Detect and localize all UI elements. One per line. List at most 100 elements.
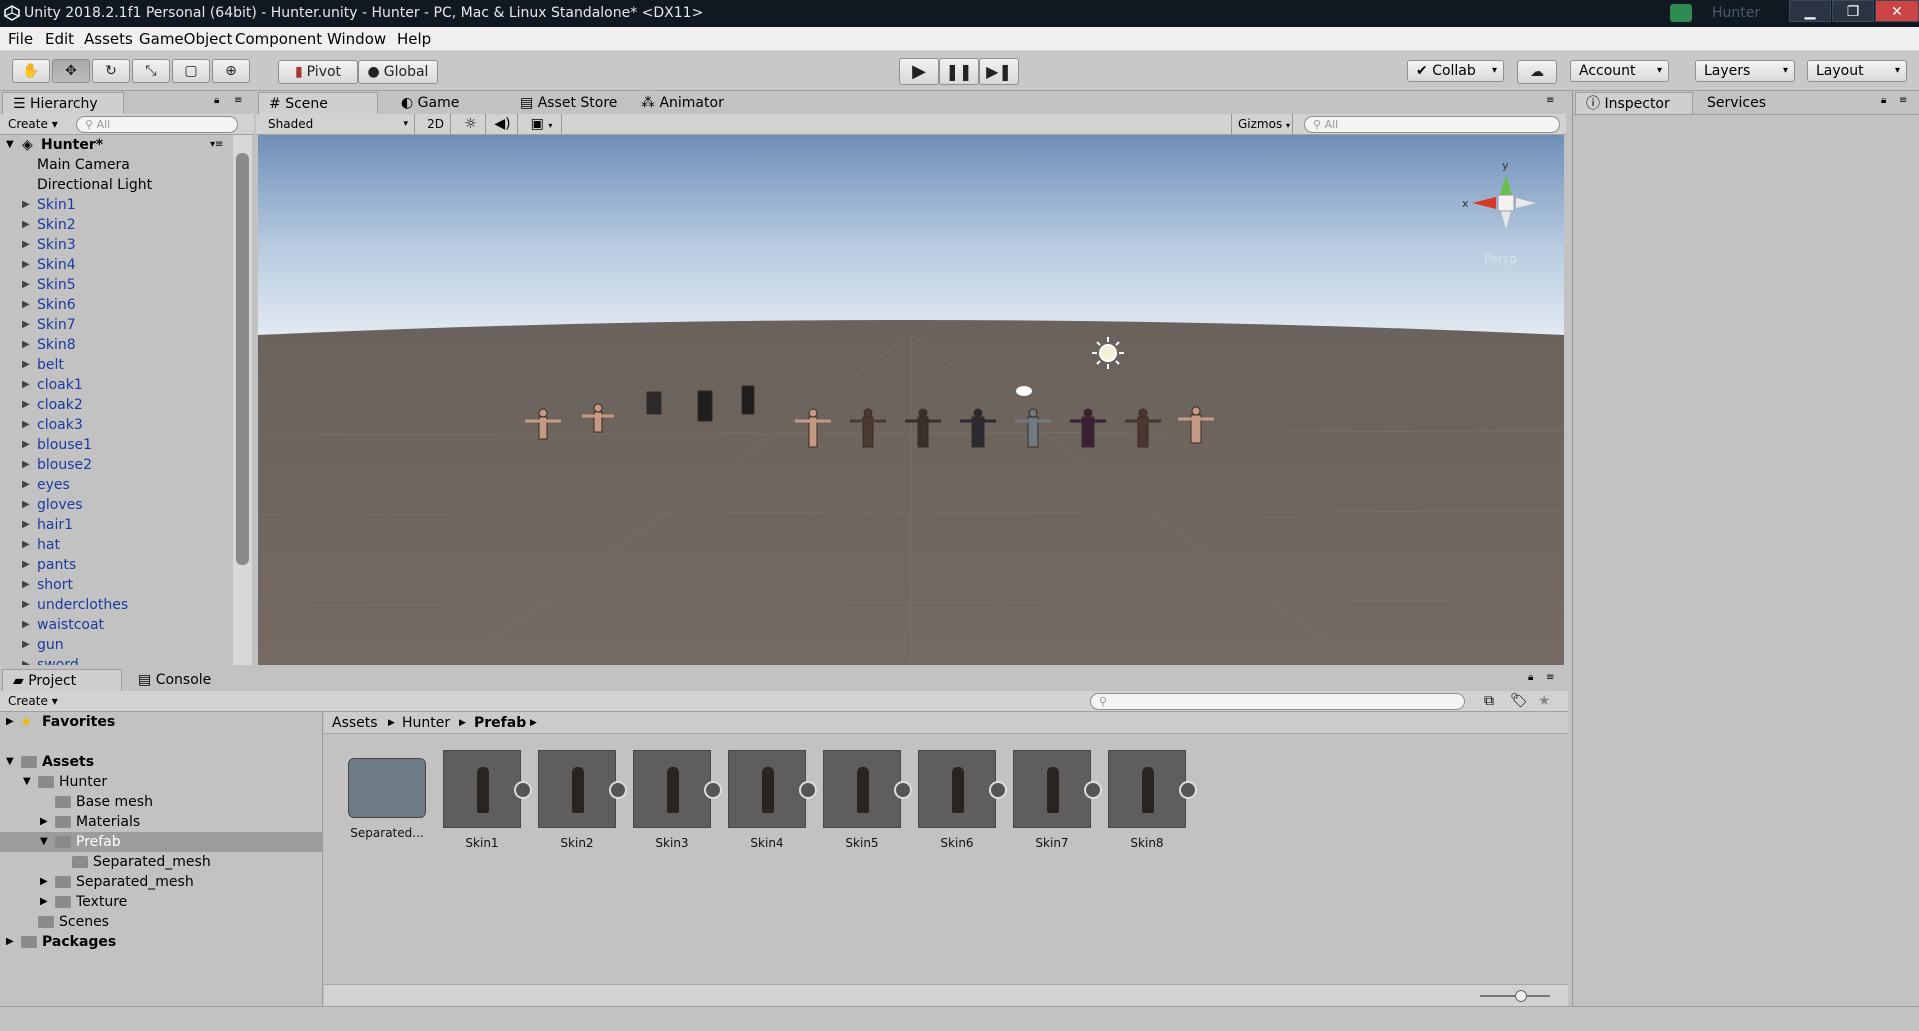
hierarchy-item[interactable]: ▶ waistcoat — [0, 615, 232, 635]
expand-arrow-icon[interactable]: ▼ — [6, 135, 14, 155]
project-tree-item[interactable]: ▶ Separated_mesh — [0, 872, 322, 892]
expand-arrow-icon[interactable]: ▶ — [22, 295, 30, 315]
menu-help[interactable]: Help — [397, 30, 431, 48]
tab-inspector[interactable]: ⓘ Inspector — [1575, 92, 1693, 114]
hierarchy-item[interactable]: ▶ sword — [0, 655, 232, 665]
close-button[interactable]: ✕ — [1875, 0, 1919, 22]
lock-icon[interactable]: 🔒︎ — [1881, 95, 1886, 106]
hierarchy-item[interactable]: ▶ gloves — [0, 495, 232, 515]
move-tool-button[interactable]: ✥ — [52, 59, 90, 83]
expand-arrow-icon[interactable]: ▶ — [22, 435, 30, 455]
expand-prefab-icon[interactable] — [514, 781, 532, 799]
perspective-label[interactable]: Persp — [1484, 252, 1517, 266]
hierarchy-item[interactable]: Directional Light — [0, 175, 232, 195]
tab-project[interactable]: ▰ Project — [2, 669, 122, 691]
global-toggle[interactable]: ● Global — [358, 60, 438, 84]
camera-gizmo-icon[interactable] — [1016, 386, 1032, 396]
project-create-button[interactable]: Create ▾ — [8, 694, 58, 708]
prefab-asset[interactable]: Skin4 — [728, 750, 817, 850]
panel-menu-icon[interactable]: ≡ — [234, 95, 242, 106]
hierarchy-item[interactable]: ▶ Skin5 — [0, 275, 232, 295]
project-tree-item[interactable]: ▶ Materials — [0, 812, 322, 832]
menu-assets[interactable]: Assets — [84, 30, 133, 48]
2d-toggle[interactable]: 2D — [421, 114, 451, 134]
transform-tool-button[interactable]: ⊕ — [212, 59, 250, 83]
expand-arrow-icon[interactable]: ▶ — [22, 355, 30, 375]
menu-component[interactable]: Component — [235, 30, 322, 48]
expand-arrow-icon[interactable]: ▶ — [22, 555, 30, 575]
hierarchy-item[interactable]: ▶ underclothes — [0, 595, 232, 615]
project-tree-item[interactable]: ▼ Assets — [0, 752, 322, 772]
hierarchy-item[interactable]: ▶ cloak2 — [0, 395, 232, 415]
expand-arrow-icon[interactable]: ▶ — [22, 375, 30, 395]
expand-prefab-icon[interactable] — [894, 781, 912, 799]
tab-services[interactable]: Services — [1697, 92, 1797, 114]
expand-arrow-icon[interactable]: ▶ — [40, 812, 48, 832]
hierarchy-item[interactable]: ▶ Skin1 — [0, 195, 232, 215]
hierarchy-item[interactable]: ▶ cloak3 — [0, 415, 232, 435]
prefab-asset[interactable]: Skin8 — [1108, 750, 1197, 850]
prefab-asset[interactable]: Skin1 — [443, 750, 532, 850]
breadcrumb-assets[interactable]: Assets — [332, 712, 378, 734]
lock-icon[interactable]: 🔒︎ — [1528, 672, 1533, 683]
expand-arrow-icon[interactable]: ▶ — [22, 575, 30, 595]
hierarchy-create-button[interactable]: Create ▾ — [8, 117, 58, 131]
panel-menu-icon[interactable]: ≡ — [1546, 672, 1554, 683]
hierarchy-item[interactable]: ▶ hair1 — [0, 515, 232, 535]
prefab-asset[interactable]: Skin7 — [1013, 750, 1102, 850]
expand-arrow-icon[interactable]: ▶ — [22, 475, 30, 495]
hierarchy-item[interactable]: ▶ Skin8 — [0, 335, 232, 355]
project-tree-item[interactable]: ▼ Prefab — [0, 832, 322, 852]
hierarchy-item[interactable]: ▶ Skin2 — [0, 215, 232, 235]
minimize-button[interactable]: ▁ — [1789, 0, 1831, 22]
hierarchy-item[interactable]: ▶ cloak1 — [0, 375, 232, 395]
pause-button[interactable]: ❚❚ — [939, 58, 979, 85]
hierarchy-item[interactable]: ▶ blouse1 — [0, 435, 232, 455]
hierarchy-item[interactable]: ▶ Skin7 — [0, 315, 232, 335]
expand-arrow-icon[interactable]: ▼ — [23, 772, 31, 792]
account-dropdown[interactable]: Account — [1570, 60, 1669, 82]
tab-game[interactable]: ◐ Game — [391, 92, 491, 114]
tab-animator[interactable]: ⁂ Animator — [631, 92, 741, 114]
expand-arrow-icon[interactable]: ▶ — [22, 535, 30, 555]
expand-arrow-icon[interactable]: ▶ — [40, 872, 48, 892]
expand-arrow-icon[interactable]: ▶ — [22, 235, 30, 255]
menu-gameobject[interactable]: GameObject — [139, 30, 233, 48]
scene-viewport[interactable]: y x Persp — [258, 135, 1564, 665]
expand-arrow-icon[interactable]: ▶ — [22, 655, 30, 665]
expand-arrow-icon[interactable]: ▶ — [22, 595, 30, 615]
scene-root-row[interactable]: ▼ ◈ Hunter* ▾≡ — [0, 135, 232, 155]
collab-dropdown[interactable]: ✔ Collab — [1407, 60, 1504, 82]
scene-menu-icon[interactable]: ≡ — [1546, 95, 1554, 106]
prefab-asset[interactable]: Skin5 — [823, 750, 912, 850]
collapse-arrow-icon[interactable]: ▶ — [6, 712, 14, 732]
project-tree-item[interactable]: Separated_mesh — [0, 852, 322, 872]
expand-prefab-icon[interactable] — [609, 781, 627, 799]
hierarchy-item[interactable]: ▶ belt — [0, 355, 232, 375]
project-tree-item[interactable]: Scenes — [0, 912, 322, 932]
project-tree-item[interactable]: Base mesh — [0, 792, 322, 812]
maximize-button[interactable]: ❐ — [1832, 0, 1874, 22]
pivot-toggle[interactable]: ▮ Pivot — [278, 60, 358, 84]
menu-file[interactable]: File — [8, 30, 33, 48]
tab-hierarchy[interactable]: ☰ Hierarchy — [2, 92, 124, 114]
panel-menu-icon[interactable]: ≡ — [1899, 95, 1907, 106]
expand-prefab-icon[interactable] — [1179, 781, 1197, 799]
scene-search-input[interactable]: ⚲ All — [1304, 116, 1560, 133]
lock-icon[interactable]: 🔒︎ — [214, 95, 219, 106]
hierarchy-search-input[interactable]: ⚲ All — [76, 116, 238, 133]
expand-arrow-icon[interactable]: ▶ — [6, 932, 14, 952]
expand-arrow-icon[interactable]: ▶ — [22, 615, 30, 635]
layers-dropdown[interactable]: Layers — [1695, 60, 1795, 82]
project-tree-item[interactable]: ▶ Texture — [0, 892, 322, 912]
expand-prefab-icon[interactable] — [799, 781, 817, 799]
play-button[interactable]: ▶ — [899, 58, 939, 85]
effects-dropdown[interactable]: ▣ ▾ — [522, 114, 562, 134]
folder-asset[interactable]: Separated... — [348, 750, 426, 850]
expand-prefab-icon[interactable] — [704, 781, 722, 799]
expand-arrow-icon[interactable]: ▼ — [6, 752, 14, 772]
hierarchy-scrollbar[interactable] — [233, 135, 252, 665]
favorites-row[interactable]: ▶ ★ Favorites — [0, 712, 322, 732]
layout-dropdown[interactable]: Layout — [1807, 60, 1907, 82]
slider-handle[interactable] — [1515, 990, 1527, 1002]
